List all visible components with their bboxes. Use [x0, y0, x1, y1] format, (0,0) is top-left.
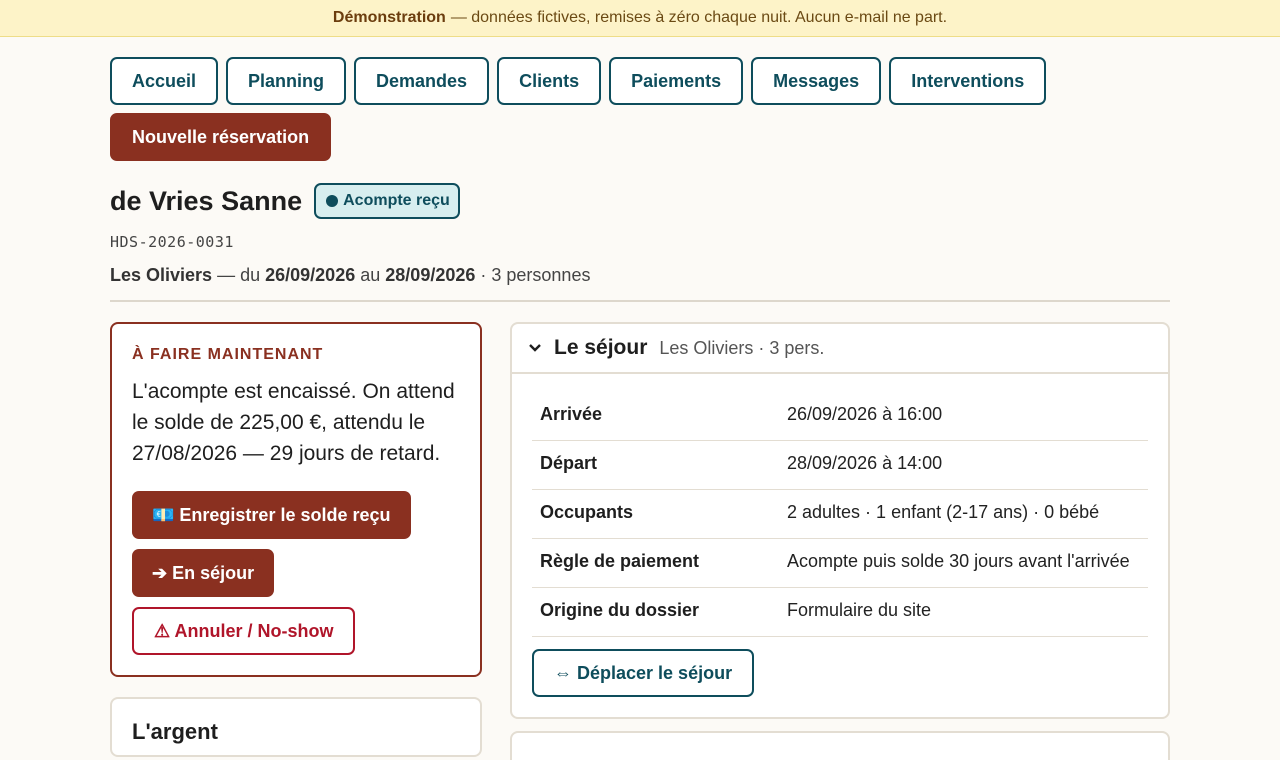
status-badge-label: Acompte reçu [343, 192, 450, 209]
stay-panel-title: Le séjour [554, 336, 648, 359]
todo-actions: 💶 Enregistrer le solde reçu ➔ En séjour … [132, 469, 460, 655]
detail-value: Acompte puis solde 30 jours avant l'arri… [787, 551, 1130, 571]
booking-summary: Les Oliviers — du 26/09/2026 au 28/09/20… [110, 265, 1170, 286]
detail-row: Arrivée 26/09/2026 à 16:00 [532, 392, 1148, 441]
demo-banner-label: Démonstration [332, 9, 446, 26]
stay-details: Arrivée 26/09/2026 à 16:00 Départ 28/09/… [512, 374, 1168, 717]
page-title: de Vries Sanne [110, 185, 303, 216]
nav-accueil[interactable]: Accueil [110, 57, 219, 105]
move-stay-button[interactable]: ⇔ Déplacer le séjour [532, 649, 755, 697]
detail-value: 26/09/2026 à 16:00 [787, 404, 943, 424]
status-dot-icon [326, 195, 339, 207]
detail-label: Règle de paiement [540, 551, 700, 571]
record-balance-button[interactable]: 💶 Enregistrer le solde reçu [132, 491, 411, 539]
detail-value: Formulaire du site [787, 600, 932, 620]
stay-panel-subtitle: Les Oliviers · 3 pers. [659, 337, 825, 358]
detail-label: Départ [540, 453, 598, 473]
detail-row: Départ 28/09/2026 à 14:00 [532, 441, 1148, 490]
new-reservation-button[interactable]: Nouvelle réservation [110, 113, 332, 161]
detail-value: 2 adultes · 1 enfant (2-17 ans) · 0 bébé [787, 502, 1100, 522]
nav-messages[interactable]: Messages [751, 57, 882, 105]
nav-planning[interactable]: Planning [226, 57, 347, 105]
detail-row: Origine du dossier Formulaire du site [532, 588, 1148, 637]
summary-guests: · 3 personnes [480, 265, 591, 285]
summary-from: — du [217, 265, 261, 285]
summary-property: Les Oliviers [110, 265, 213, 285]
stay-panel-toggle[interactable]: Le séjour Les Oliviers · 3 pers. [512, 324, 1168, 374]
todo-text: L'acompte est encaissé. On attend le sol… [132, 380, 455, 465]
summary-start-date: 26/09/2026 [265, 265, 356, 285]
left-column: À FAIRE MAINTENANT L'acompte est encaiss… [110, 322, 482, 760]
main-nav: Accueil Planning Demandes Clients Paieme… [110, 57, 1090, 161]
nav-interventions[interactable]: Interventions [889, 57, 1047, 105]
stay-panel: Le séjour Les Oliviers · 3 pers. Arrivée… [510, 322, 1170, 719]
columns: À FAIRE MAINTENANT L'acompte est encaiss… [110, 322, 1170, 760]
cancel-no-show-button[interactable]: ⚠ Annuler / No-show [132, 607, 356, 655]
divider [110, 300, 1170, 302]
todo-heading: À FAIRE MAINTENANT [132, 346, 324, 363]
money-card: L'argent [110, 697, 482, 757]
detail-value: 28/09/2026 à 14:00 [787, 453, 943, 473]
todo-card: À FAIRE MAINTENANT L'acompte est encaiss… [110, 322, 482, 677]
summary-to: au [360, 265, 381, 285]
detail-row: Occupants 2 adultes · 1 enfant (2-17 ans… [532, 490, 1148, 539]
check-in-button[interactable]: ➔ En séjour [132, 549, 275, 597]
summary-end-date: 28/09/2026 [385, 265, 476, 285]
detail-label: Origine du dossier [540, 600, 700, 620]
booking-header: de Vries Sanne Acompte reçu [110, 181, 1170, 221]
detail-row: Règle de paiement Acompte puis solde 30 … [532, 539, 1148, 588]
right-column: Le séjour Les Oliviers · 3 pers. Arrivée… [510, 322, 1170, 760]
next-panel [510, 731, 1170, 760]
money-card-title: L'argent [132, 719, 218, 744]
demo-banner: Démonstration — données fictives, remise… [0, 0, 1280, 37]
chevron-down-icon [528, 340, 544, 356]
main-content: Accueil Planning Demandes Clients Paieme… [110, 57, 1170, 760]
detail-label: Occupants [540, 502, 634, 522]
nav-clients[interactable]: Clients [497, 57, 602, 105]
nav-paiements[interactable]: Paiements [609, 57, 744, 105]
status-badge: Acompte reçu [314, 183, 460, 219]
booking-reference: HDS-2026-0031 [110, 233, 234, 251]
nav-demandes[interactable]: Demandes [354, 57, 490, 105]
demo-banner-text: — données fictives, remises à zéro chaqu… [450, 9, 948, 26]
detail-label: Arrivée [540, 404, 603, 424]
